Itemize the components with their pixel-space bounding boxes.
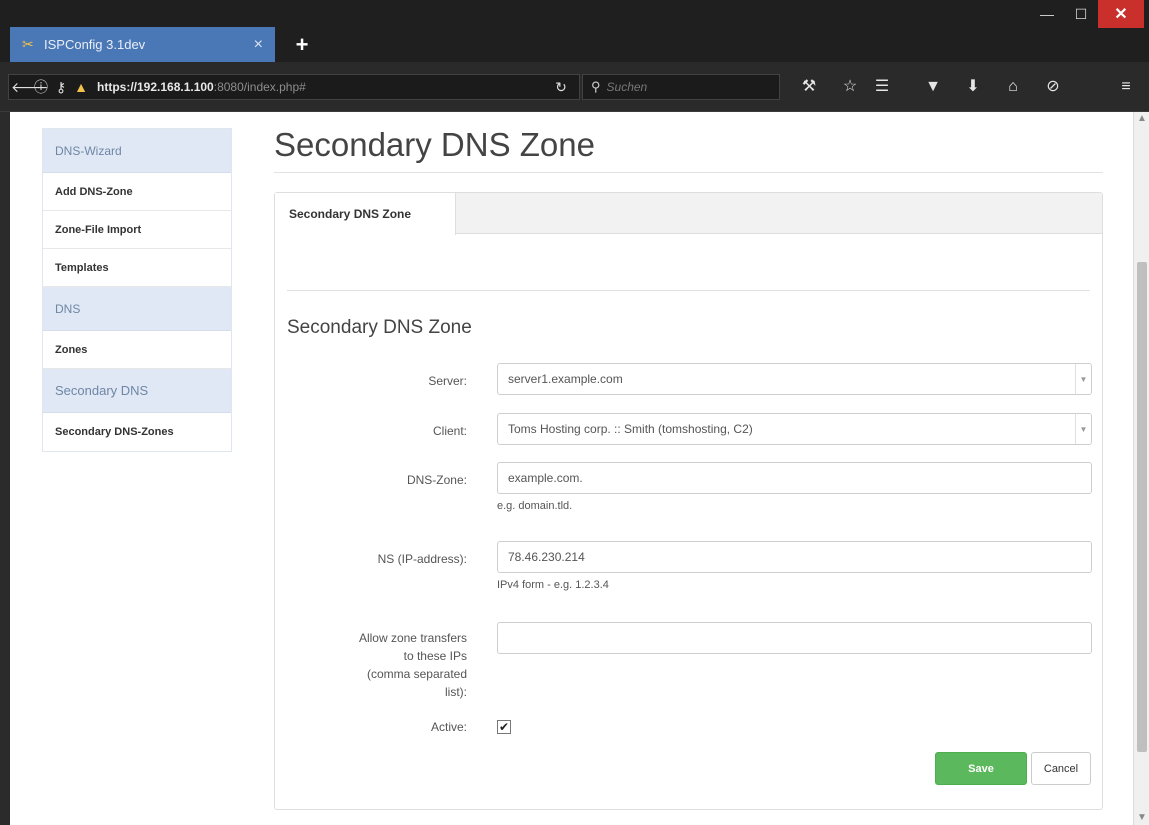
browser-tab[interactable]: ✂ ISPConfig 3.1dev ×: [10, 27, 275, 62]
sidebar-header-dns: DNS: [43, 287, 231, 331]
server-value: server1.example.com: [508, 372, 623, 386]
client-value: Toms Hosting corp. :: Smith (tomshosting…: [508, 422, 753, 436]
chevron-down-icon[interactable]: ▼: [1075, 414, 1091, 444]
tab-close-icon[interactable]: ×: [254, 36, 263, 54]
active-label: Active:: [430, 720, 467, 734]
window-titlebar: ✂ ISPConfig 3.1dev × + — ☐ ✕: [0, 0, 1149, 62]
url-path: :8080/index.php#: [213, 80, 306, 94]
hamburger-menu-icon[interactable]: ≡: [1114, 76, 1138, 98]
scrollbar-thumb[interactable]: [1137, 262, 1147, 752]
url-host: https://192.168.1.100: [97, 80, 214, 94]
download-icon[interactable]: ⬇: [961, 76, 985, 98]
tracking-protection-icon[interactable]: ⊘: [1041, 76, 1065, 98]
reload-icon[interactable]: ↻: [551, 79, 571, 96]
key-icon: ⚷: [55, 78, 67, 95]
save-button[interactable]: Save: [935, 752, 1027, 785]
zone-transfer-label: Allow zone transfers to these IPs (comma…: [358, 631, 467, 699]
new-tab-button[interactable]: +: [285, 27, 319, 62]
dns-zone-hint: e.g. domain.tld.: [497, 500, 573, 512]
sidebar-item-zone-file-import[interactable]: Zone-File Import: [43, 211, 231, 249]
tab-title: ISPConfig 3.1dev: [44, 37, 146, 52]
title-divider: [274, 172, 1103, 173]
section-title: Secondary DNS Zone: [287, 317, 472, 338]
section-divider: [287, 290, 1090, 291]
zone-transfer-input[interactable]: [497, 622, 1092, 654]
sidebar-item-zones[interactable]: Zones: [43, 331, 231, 369]
search-placeholder: Suchen: [606, 80, 648, 94]
form-panel: Secondary DNS Zone Secondary DNS Zone Se…: [274, 192, 1103, 810]
ns-label: NS (IP-address):: [377, 552, 467, 566]
dns-zone-value: example.com.: [508, 471, 583, 485]
sidebar-header-secondary-dns: Secondary DNS: [43, 369, 231, 413]
search-input[interactable]: ⚲ Suchen: [582, 74, 780, 100]
page-viewport: DNS-Wizard Add DNS-Zone Zone-File Import…: [10, 112, 1133, 825]
navigation-bar: 🡐 ⓘ ⚷ ▲ https://192.168.1.100:8080/index…: [0, 62, 1149, 112]
sidebar-item-secondary-dns-zones[interactable]: Secondary DNS-Zones: [43, 413, 231, 451]
bookmark-star-icon[interactable]: ☆: [838, 76, 862, 98]
server-label: Server:: [428, 374, 467, 388]
vertical-scrollbar[interactable]: ▲ ▼: [1133, 112, 1149, 825]
ns-ip-value: 78.46.230.214: [508, 550, 585, 564]
home-icon[interactable]: ⌂: [1001, 76, 1025, 98]
chevron-down-icon[interactable]: ▼: [1075, 364, 1091, 394]
page-title: Secondary DNS Zone: [274, 126, 595, 163]
cancel-button[interactable]: Cancel: [1031, 752, 1091, 785]
ns-hint: IPv4 form - e.g. 1.2.3.4: [497, 579, 609, 591]
wrench-tool-icon[interactable]: ⚒: [797, 76, 821, 98]
search-icon: ⚲: [591, 79, 601, 94]
panel-tab-bar: Secondary DNS Zone: [275, 193, 1102, 235]
back-arrow-icon[interactable]: 🡐: [11, 79, 49, 96]
scroll-down-icon[interactable]: ▼: [1134, 811, 1149, 825]
sidebar: DNS-Wizard Add DNS-Zone Zone-File Import…: [42, 128, 232, 452]
scroll-up-icon[interactable]: ▲: [1134, 112, 1149, 126]
sidebar-item-add-dns-zone[interactable]: Add DNS-Zone: [43, 173, 231, 211]
dns-zone-label: DNS-Zone:: [406, 473, 467, 487]
reading-list-icon[interactable]: ☰: [870, 76, 894, 98]
wrench-icon: ✂: [22, 36, 34, 52]
sidebar-header-dns-wizard: DNS-Wizard: [43, 129, 231, 173]
server-select[interactable]: server1.example.com ▼: [497, 363, 1092, 395]
ns-ip-input[interactable]: 78.46.230.214: [497, 541, 1092, 573]
close-window-button[interactable]: ✕: [1098, 0, 1144, 28]
active-checkbox[interactable]: ✔: [497, 720, 511, 734]
sidebar-item-templates[interactable]: Templates: [43, 249, 231, 287]
pocket-icon[interactable]: ▼: [921, 76, 945, 98]
url-bar[interactable]: 🡐 ⓘ ⚷ ▲ https://192.168.1.100:8080/index…: [8, 74, 580, 100]
minimize-button[interactable]: —: [1030, 0, 1064, 28]
tab-secondary-dns-zone[interactable]: Secondary DNS Zone: [275, 193, 456, 235]
url-text[interactable]: https://192.168.1.100:8080/index.php#: [97, 80, 551, 94]
info-icon[interactable]: ⓘ: [31, 77, 51, 97]
lock-warning-icon[interactable]: ▲: [71, 79, 91, 95]
client-select[interactable]: Toms Hosting corp. :: Smith (tomshosting…: [497, 413, 1092, 445]
client-label: Client:: [432, 424, 467, 438]
dns-zone-input[interactable]: example.com.: [497, 462, 1092, 494]
maximize-button[interactable]: ☐: [1064, 0, 1098, 28]
